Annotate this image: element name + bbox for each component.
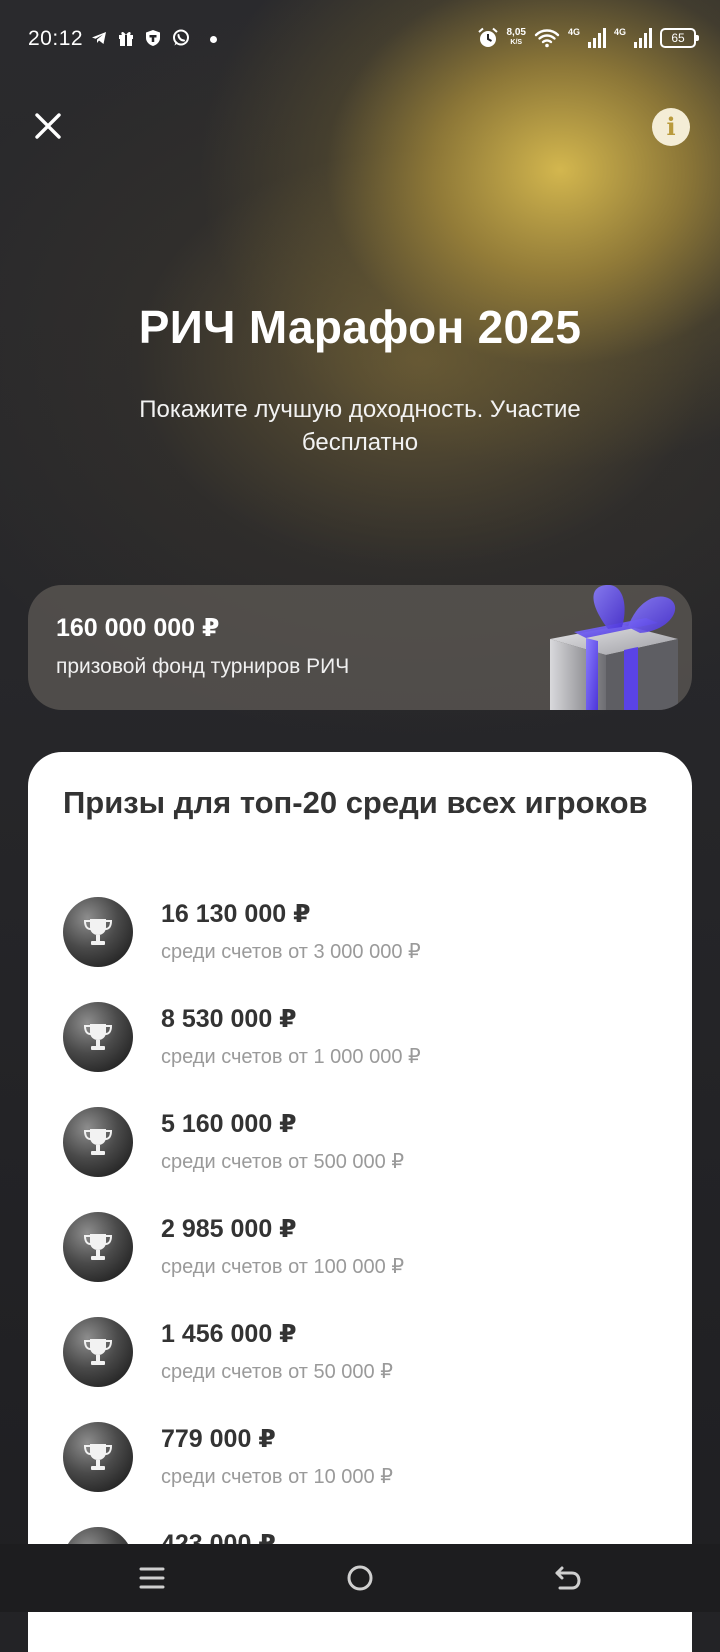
prizes-heading: Призы для топ-20 среди всех игроков [63, 785, 648, 820]
gift-box-icon [550, 585, 678, 710]
shield-app-icon [146, 30, 160, 46]
prize-condition: среди счетов от 10 000 ₽ [161, 1466, 393, 1488]
net-speed-unit: K/S [510, 39, 523, 46]
back-button[interactable] [552, 1562, 584, 1594]
prize-condition: среди счетов от 3 000 000 ₽ [161, 941, 421, 963]
prize-amount: 16 130 000 ₽ [161, 900, 311, 928]
menu-icon [139, 1567, 165, 1589]
prize-amount: 1 456 000 ₽ [161, 1320, 297, 1348]
status-bar: 20:12 8,05 K/S 4G 4G 65 [0, 0, 720, 80]
trophy-icon [63, 1317, 133, 1387]
prize-item: 16 130 000 ₽ среди счетов от 3 000 000 ₽ [63, 897, 663, 1002]
prize-amount: 5 160 000 ₽ [161, 1110, 297, 1138]
status-right-group: 8,05 K/S 4G 4G 65 [477, 25, 699, 51]
net-speed-value: 8,05 [506, 27, 526, 38]
signal-icon [634, 28, 652, 48]
prize-amount: 779 000 ₽ [161, 1425, 276, 1453]
prize-condition: среди счетов от 50 000 ₽ [161, 1361, 393, 1383]
gift-icon [119, 31, 133, 46]
page-title: РИЧ Марафон 2025 [138, 301, 582, 353]
prize-item: 779 000 ₽ среди счетов от 10 000 ₽ [63, 1422, 663, 1527]
prize-item: 2 985 000 ₽ среди счетов от 100 000 ₽ [63, 1212, 663, 1317]
status-time: 20:12 [28, 27, 84, 50]
prize-condition: среди счетов от 100 000 ₽ [161, 1256, 405, 1278]
menu-button[interactable] [136, 1562, 168, 1594]
notification-dot [210, 36, 217, 43]
net-speed: 8,05 K/S [507, 28, 526, 48]
battery-icon: 65 [660, 28, 699, 48]
prize-fund-description: призовой фонд турниров РИЧ [56, 655, 350, 678]
trophy-icon [63, 1212, 133, 1282]
info-button[interactable]: i [652, 108, 690, 146]
home-button[interactable] [344, 1562, 376, 1594]
prize-list: 16 130 000 ₽ среди счетов от 3 000 000 ₽… [63, 897, 663, 1632]
wifi-icon [534, 29, 560, 48]
trophy-icon [63, 1107, 133, 1177]
home-icon [347, 1565, 373, 1591]
prize-fund-card[interactable]: 160 000 000 ₽ призовой фонд турниров РИЧ [28, 585, 692, 710]
prize-condition: среди счетов от 1 000 000 ₽ [161, 1046, 421, 1068]
system-nav-bar [0, 1544, 720, 1612]
close-button[interactable] [28, 106, 68, 146]
info-icon: i [666, 112, 676, 141]
trophy-icon [63, 1422, 133, 1492]
close-icon [35, 113, 61, 139]
prize-fund-amount: 160 000 000 ₽ [56, 614, 220, 642]
network-type-2: 4G [613, 27, 626, 37]
battery-level: 65 [671, 31, 685, 45]
prize-item: 8 530 000 ₽ среди счетов от 1 000 000 ₽ [63, 1002, 663, 1107]
alarm-icon [477, 27, 498, 47]
prize-item: 5 160 000 ₽ среди счетов от 500 000 ₽ [63, 1107, 663, 1212]
network-type-1: 4G [567, 27, 580, 37]
back-icon [555, 1566, 581, 1590]
whatsapp-icon [173, 29, 189, 46]
prize-condition: среди счетов от 500 000 ₽ [161, 1151, 405, 1173]
prize-item: 1 456 000 ₽ среди счетов от 50 000 ₽ [63, 1317, 663, 1422]
prizes-sheet: Призы для топ-20 среди всех игроков 16 1… [28, 752, 692, 1652]
prize-amount: 2 985 000 ₽ [161, 1215, 297, 1243]
prize-amount: 8 530 000 ₽ [161, 1005, 297, 1033]
signal-icon [587, 28, 606, 48]
trophy-icon [63, 897, 133, 967]
page-subtitle: Покажите лучшую доходность. Участие бесп… [139, 396, 581, 456]
trophy-icon [63, 1002, 133, 1072]
telegram-icon [92, 32, 106, 44]
